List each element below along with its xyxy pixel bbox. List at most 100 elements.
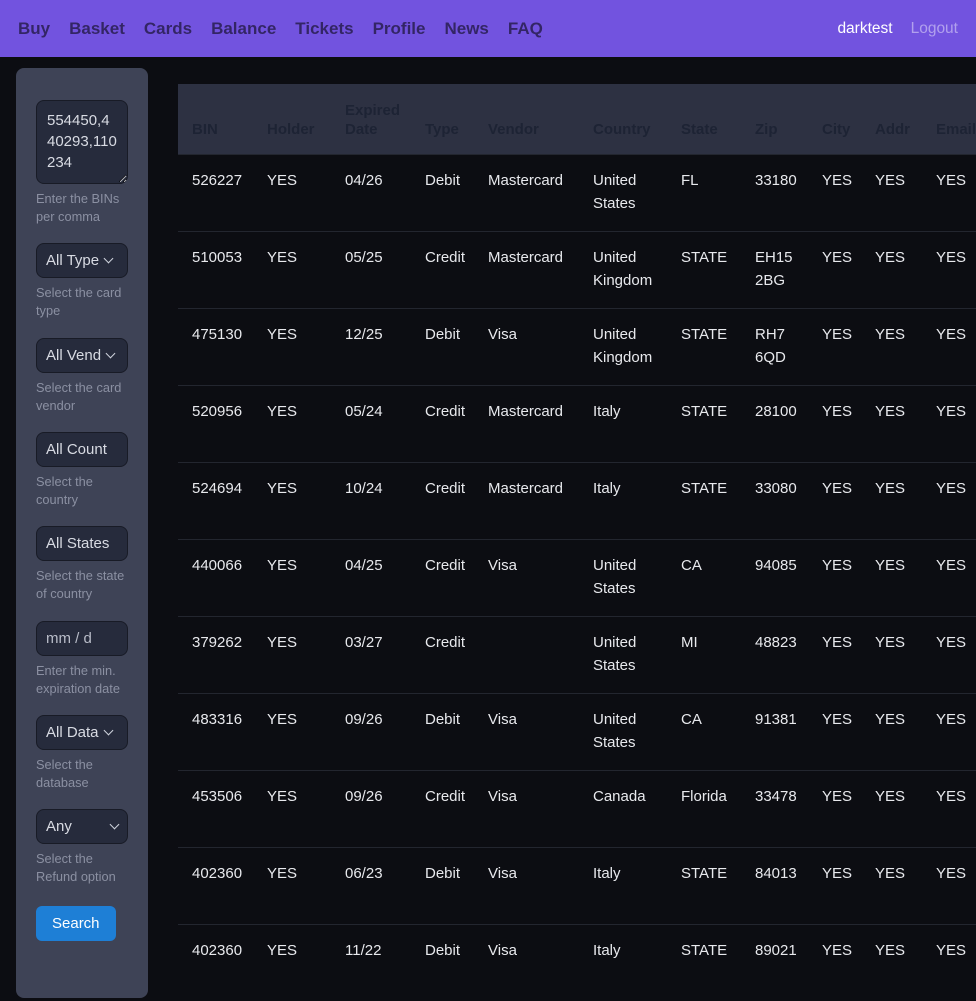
table-row[interactable]: 402360YES06/23DebitVisaItalySTATE84013YE… [178, 847, 976, 924]
column-header-type: Type [411, 84, 474, 154]
bins-input[interactable]: 554450,440293,110234 [36, 100, 128, 184]
column-header-zip: Zip [741, 84, 808, 154]
nav-item-balance[interactable]: Balance [211, 19, 276, 39]
table-cell: 483316 [178, 693, 253, 770]
table-row[interactable]: 524694YES10/24CreditMastercardItalySTATE… [178, 462, 976, 539]
table-cell: YES [253, 231, 331, 308]
chevron-down-icon [106, 348, 116, 358]
table-cell: YES [808, 924, 861, 1001]
table-cell: 12/25 [331, 308, 411, 385]
table-cell: Mastercard [474, 462, 579, 539]
nav-item-tickets[interactable]: Tickets [295, 19, 353, 39]
table-cell: STATE [667, 924, 741, 1001]
table-row[interactable]: 510053YES05/25CreditMastercardUnited Kin… [178, 231, 976, 308]
database-value: All Data [46, 724, 99, 741]
table-cell: United Kingdom [579, 308, 667, 385]
card-type-help: Select the card type [36, 284, 131, 320]
table-cell: YES [253, 308, 331, 385]
table-cell: YES [808, 154, 861, 231]
table-cell: YES [861, 385, 922, 462]
table-cell: 33478 [741, 770, 808, 847]
nav-item-profile[interactable]: Profile [373, 19, 426, 39]
vendor-select[interactable]: All Vend [36, 338, 128, 373]
table-row[interactable]: 440066YES04/25CreditVisaUnited StatesCA9… [178, 539, 976, 616]
nav-links: Buy Basket Cards Balance Tickets Profile News F… [18, 19, 562, 39]
username-label: darktest [837, 20, 892, 38]
table-cell: 94085 [741, 539, 808, 616]
column-header-expired-date: Expired Date [331, 84, 411, 154]
table-cell: Italy [579, 385, 667, 462]
country-value: All Count [46, 441, 107, 458]
nav-item-buy[interactable]: Buy [18, 19, 50, 39]
table-cell: YES [861, 539, 922, 616]
search-button[interactable]: Search [36, 906, 116, 941]
table-cell: Visa [474, 693, 579, 770]
table-cell: YES [808, 231, 861, 308]
nav-item-news[interactable]: News [444, 19, 488, 39]
table-cell: YES [861, 847, 922, 924]
table-row[interactable]: 453506YES09/26CreditVisaCanadaFlorida334… [178, 770, 976, 847]
table-cell: YES [861, 770, 922, 847]
table-cell: YES [922, 616, 976, 693]
table-cell: Italy [579, 847, 667, 924]
table-cell: 04/26 [331, 154, 411, 231]
table-cell: 520956 [178, 385, 253, 462]
table-row[interactable]: 520956YES05/24CreditMastercardItalySTATE… [178, 385, 976, 462]
table-cell: YES [253, 847, 331, 924]
table-cell: CA [667, 693, 741, 770]
table-cell: Florida [667, 770, 741, 847]
nav-item-faq[interactable]: FAQ [508, 19, 543, 39]
table-row[interactable]: 402360YES11/22DebitVisaItalySTATE89021YE… [178, 924, 976, 1001]
table-cell: Credit [411, 462, 474, 539]
table-cell: 05/25 [331, 231, 411, 308]
table-cell: YES [808, 693, 861, 770]
navbar-right: darktest Logout [837, 20, 958, 38]
table-cell: 04/25 [331, 539, 411, 616]
table-cell: 06/23 [331, 847, 411, 924]
table-cell: 402360 [178, 847, 253, 924]
table-cell: YES [922, 847, 976, 924]
table-cell: Italy [579, 462, 667, 539]
table-cell: Visa [474, 847, 579, 924]
table-cell: Visa [474, 539, 579, 616]
table-cell: CA [667, 539, 741, 616]
table-cell: United States [579, 693, 667, 770]
table-cell: 402360 [178, 924, 253, 1001]
table-cell: YES [861, 231, 922, 308]
card-type-select[interactable]: All Type [36, 243, 128, 278]
table-cell: 84013 [741, 847, 808, 924]
table-row[interactable]: 475130YES12/25DebitVisaUnited KingdomSTA… [178, 308, 976, 385]
nav-item-cards[interactable]: Cards [144, 19, 192, 39]
column-header-city: City [808, 84, 861, 154]
table-cell: Mastercard [474, 154, 579, 231]
table-cell: YES [922, 385, 976, 462]
table-cell: 11/22 [331, 924, 411, 1001]
table-cell: Debit [411, 924, 474, 1001]
table-cell: United States [579, 616, 667, 693]
refund-select[interactable]: Any [36, 809, 128, 844]
table-body: 526227YES04/26DebitMastercardUnited Stat… [178, 154, 976, 1001]
table-cell: 09/26 [331, 770, 411, 847]
table-cell: Credit [411, 539, 474, 616]
table-cell: 03/27 [331, 616, 411, 693]
country-input[interactable]: All Count [36, 432, 128, 467]
nav-item-basket[interactable]: Basket [69, 19, 125, 39]
table-cell: 28100 [741, 385, 808, 462]
state-input[interactable]: All States [36, 526, 128, 561]
database-select[interactable]: All Data [36, 715, 128, 750]
table-cell: Debit [411, 308, 474, 385]
vendor-help: Select the card vendor [36, 379, 131, 415]
table-row[interactable]: 379262YES03/27CreditUnited StatesMI48823… [178, 616, 976, 693]
table-cell: YES [808, 385, 861, 462]
table-cell [474, 616, 579, 693]
table-row[interactable]: 526227YES04/26DebitMastercardUnited Stat… [178, 154, 976, 231]
table-cell: Debit [411, 154, 474, 231]
logout-link[interactable]: Logout [911, 20, 958, 38]
table-cell: Visa [474, 308, 579, 385]
table-row[interactable]: 483316YES09/26DebitVisaUnited StatesCA91… [178, 693, 976, 770]
cards-table-container: BINHolderExpired DateTypeVendorCountrySt… [178, 84, 976, 1001]
min-expiration-date-input[interactable]: mm / d [36, 621, 128, 656]
table-cell: Credit [411, 385, 474, 462]
card-type-value: All Type [46, 252, 99, 269]
column-header-vendor: Vendor [474, 84, 579, 154]
